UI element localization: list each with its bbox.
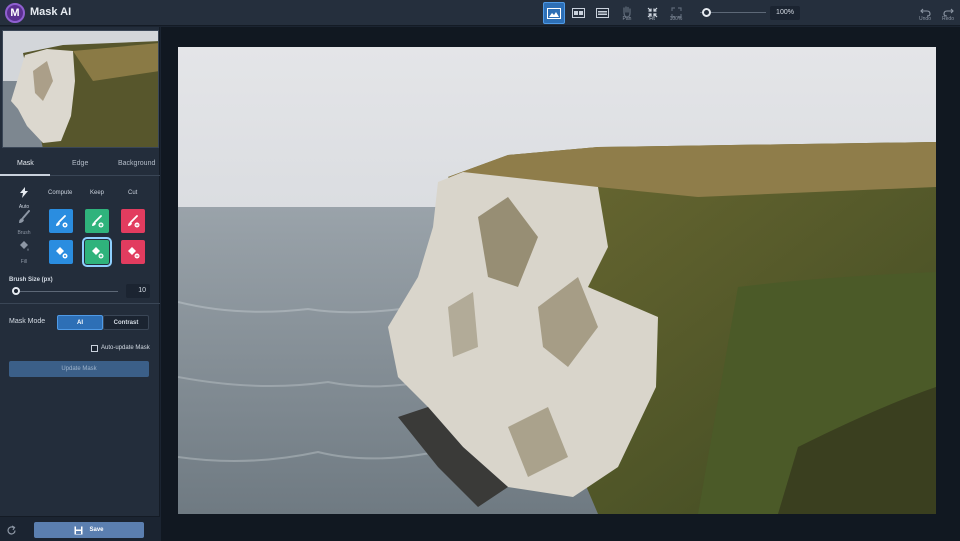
reset-icon[interactable]: [6, 525, 17, 536]
column-cut: Cut: [128, 190, 138, 196]
lightning-icon: [20, 187, 28, 198]
section-divider: [0, 303, 160, 304]
fill-bucket-icon: [20, 241, 29, 251]
single-view-button[interactable]: [543, 2, 565, 24]
compute-fill-icon: [55, 246, 67, 258]
keep-brush-icon: [91, 214, 103, 227]
app-title: Mask AI: [30, 6, 72, 18]
zoom-value[interactable]: 100%: [770, 6, 800, 20]
main-image[interactable]: [178, 47, 936, 514]
tab-mask[interactable]: Mask: [17, 160, 34, 167]
navigator-thumbnail[interactable]: [2, 30, 159, 148]
cut-fill-icon: [127, 246, 139, 258]
column-compute: Compute: [48, 190, 73, 196]
fill-tool[interactable]: Fill: [14, 240, 34, 265]
fit-label: Fit: [649, 16, 655, 22]
mask-mode-ai-button[interactable]: AI: [57, 315, 103, 330]
zoom-slider-knob[interactable]: [702, 8, 711, 17]
cut-brush-icon: [127, 214, 139, 227]
split-view-button[interactable]: [567, 2, 589, 24]
brush-icon: [19, 210, 30, 223]
sidebar-footer: Save: [0, 516, 160, 541]
side-by-side-icon: [595, 8, 609, 18]
brush-size-slider-knob[interactable]: [12, 287, 20, 295]
cut-brush-button[interactable]: [121, 209, 145, 233]
image-canvas[interactable]: [161, 27, 960, 541]
brush-tool[interactable]: Brush: [14, 210, 34, 236]
redo-label: Redo: [942, 16, 954, 22]
top-toolbar: M Mask AI Pan Fit 100% 100% Undo Redo: [0, 0, 960, 26]
brush-label: Brush: [17, 230, 31, 236]
save-icon: [74, 526, 83, 534]
thumbnail-image: [3, 31, 158, 147]
sidebar-tabs: Mask Edge Background: [0, 154, 160, 176]
compute-brush-button[interactable]: [49, 209, 73, 233]
mask-ai-app: M Mask AI Pan Fit 100% 100% Undo Redo Ma…: [0, 0, 960, 541]
brush-size-slider-track[interactable]: [12, 291, 118, 292]
keep-fill-icon: [91, 246, 103, 258]
image-icon: [547, 7, 561, 19]
brush-size-label: Brush Size (px): [9, 277, 53, 283]
column-keep: Keep: [90, 190, 105, 196]
keep-fill-button[interactable]: [82, 237, 112, 267]
compute-fill-button[interactable]: [49, 240, 73, 264]
split-view-icon: [571, 8, 585, 18]
mask-mode-contrast-button[interactable]: Contrast: [103, 315, 149, 330]
undo-label: Undo: [919, 16, 931, 22]
tab-background[interactable]: Background: [118, 160, 155, 167]
save-button-label: Save: [89, 527, 104, 533]
keep-brush-button[interactable]: [85, 209, 109, 233]
side-by-side-view-button[interactable]: [591, 2, 613, 24]
compute-brush-icon: [55, 214, 67, 227]
zoom-100-label: 100%: [669, 16, 683, 22]
app-logo: M: [5, 3, 25, 23]
active-tab-indicator: [0, 174, 50, 176]
pan-label: Pan: [622, 16, 632, 22]
auto-tool[interactable]: Auto: [14, 185, 34, 210]
mask-mode-label: Mask Mode: [9, 318, 46, 325]
tab-edge[interactable]: Edge: [72, 160, 88, 167]
update-mask-button[interactable]: Update Mask: [9, 361, 149, 377]
cliff-photo: [178, 47, 936, 514]
left-panel: Mask Edge Background Compute Keep Cut Au…: [0, 27, 160, 541]
auto-update-checkbox[interactable]: [91, 345, 98, 352]
brush-size-value[interactable]: 10: [126, 284, 150, 298]
fill-label: Fill: [20, 259, 28, 265]
cut-fill-button[interactable]: [121, 240, 145, 264]
auto-update-label: Auto-update Mask: [101, 345, 150, 351]
save-button[interactable]: Save: [34, 522, 144, 538]
